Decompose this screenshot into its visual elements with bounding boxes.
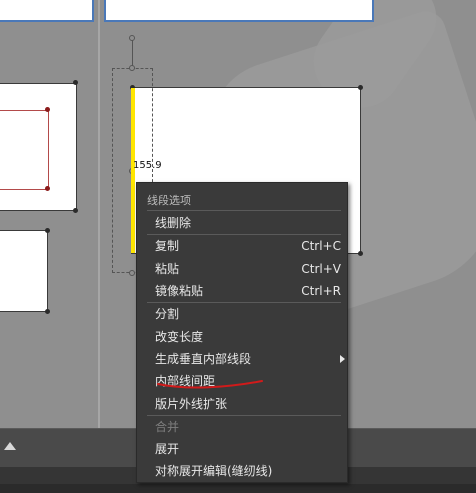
menu-item-copy[interactable]: 复制 Ctrl+C: [155, 237, 341, 255]
context-menu: 线段选项 线删除 复制 Ctrl+C 粘贴 Ctrl+V 镜像粘贴 Ctrl+R…: [136, 182, 348, 483]
status-strip: [0, 484, 476, 493]
point[interactable]: [358, 85, 363, 90]
menu-item-label: 版片外线扩张: [155, 397, 228, 411]
scale-handle[interactable]: [129, 65, 135, 71]
menu-title: 线段选项: [147, 194, 191, 207]
menu-separator: [147, 415, 341, 416]
menu-item-paste[interactable]: 粘贴 Ctrl+V: [155, 260, 341, 278]
scale-handle[interactable]: [129, 270, 135, 276]
menu-item-label: 合并: [155, 420, 180, 434]
menu-separator: [147, 210, 341, 211]
point[interactable]: [45, 309, 50, 314]
menu-item-unfold[interactable]: 展开: [155, 440, 341, 458]
pattern-piece-top-right[interactable]: [104, 0, 374, 22]
rotate-handle[interactable]: [129, 35, 135, 41]
pattern-piece-left-2[interactable]: [0, 230, 48, 312]
menu-item-generate-perpendicular-internal-line[interactable]: 生成垂直内部线段: [155, 350, 345, 368]
point[interactable]: [358, 251, 363, 256]
point[interactable]: [73, 80, 78, 85]
menu-item-label: 生成垂直内部线段: [155, 352, 252, 366]
menu-item-label: 改变长度: [155, 330, 204, 344]
menu-item-label: 展开: [155, 442, 180, 456]
point-red[interactable]: [45, 186, 50, 191]
menu-item-shortcut: Ctrl+V: [301, 262, 341, 276]
point[interactable]: [45, 228, 50, 233]
menu-item-split[interactable]: 分割: [155, 305, 341, 323]
point-red[interactable]: [45, 107, 50, 112]
view-divider: [98, 0, 100, 428]
menu-item-label: 线删除: [155, 216, 192, 230]
menu-item-shortcut: Ctrl+R: [301, 284, 341, 298]
menu-item-label: 粘贴: [155, 262, 180, 276]
menu-separator: [147, 302, 341, 303]
menu-item-label: 对称展开编辑(缝纫线): [155, 464, 273, 478]
submenu-arrow-icon: [340, 355, 345, 363]
menu-item-delete-line[interactable]: 线删除: [155, 214, 341, 232]
menu-item-shortcut: Ctrl+C: [301, 239, 341, 253]
menu-item-expand-outline[interactable]: 版片外线扩张: [155, 395, 341, 413]
menu-separator: [147, 234, 341, 235]
pattern-piece-top-left[interactable]: [0, 0, 94, 22]
menu-item-change-length[interactable]: 改变长度: [155, 328, 341, 346]
menu-item-symmetric-unfold-edit[interactable]: 对称展开编辑(缝纫线): [155, 462, 341, 480]
expand-up-icon[interactable]: [4, 442, 16, 450]
segment-length-label: 155.9: [133, 160, 162, 171]
menu-item-merge: 合并: [155, 418, 341, 436]
menu-item-label: 分割: [155, 307, 180, 321]
menu-item-mirror-paste[interactable]: 镜像粘贴 Ctrl+R: [155, 282, 341, 300]
point[interactable]: [73, 208, 78, 213]
menu-item-label: 复制: [155, 239, 180, 253]
internal-rectangle[interactable]: [0, 110, 49, 190]
menu-item-label: 镜像粘贴: [155, 284, 204, 298]
annotation-underline: [157, 380, 263, 389]
